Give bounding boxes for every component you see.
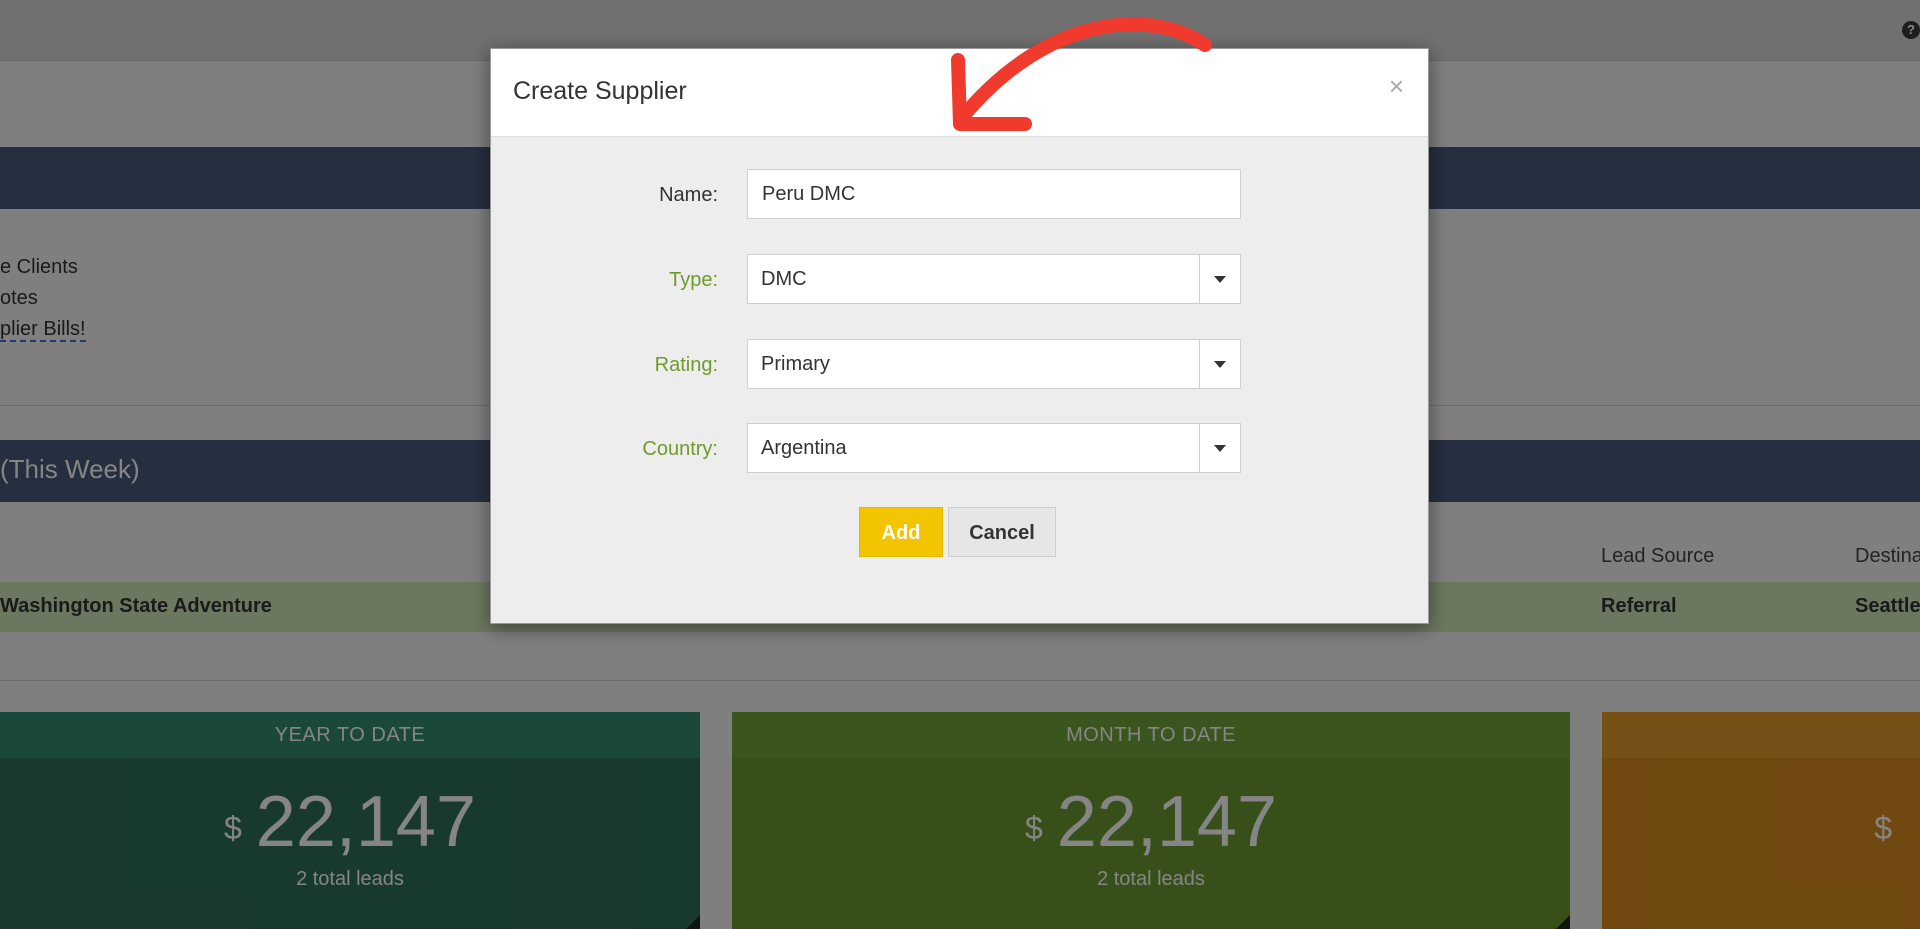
caret-down-icon[interactable] <box>1199 340 1240 388</box>
form-row-type: Type: DMC <box>491 254 1428 306</box>
add-button[interactable]: Add <box>859 507 943 557</box>
type-label: Type: <box>669 269 718 291</box>
form-row-rating: Rating: Primary <box>491 339 1428 391</box>
name-label: Name: <box>659 184 718 206</box>
type-select-value: DMC <box>761 268 807 290</box>
type-select[interactable]: DMC <box>747 254 1241 304</box>
form-row-name: Name: <box>491 169 1428 221</box>
cancel-button[interactable]: Cancel <box>948 507 1056 557</box>
modal-title: Create Supplier <box>513 77 687 105</box>
form-row-country: Country: Argentina <box>491 423 1428 475</box>
country-select-value: Argentina <box>761 437 847 459</box>
caret-down-icon[interactable] <box>1199 255 1240 303</box>
curved-arrow-icon <box>951 17 1212 131</box>
rating-label: Rating: <box>654 354 718 376</box>
rating-select[interactable]: Primary <box>747 339 1241 389</box>
name-input[interactable] <box>747 169 1241 219</box>
caret-down-icon[interactable] <box>1199 424 1240 472</box>
close-icon[interactable]: × <box>1389 73 1404 99</box>
country-select[interactable]: Argentina <box>747 423 1241 473</box>
rating-select-value: Primary <box>761 353 830 375</box>
country-label: Country: <box>642 438 718 460</box>
